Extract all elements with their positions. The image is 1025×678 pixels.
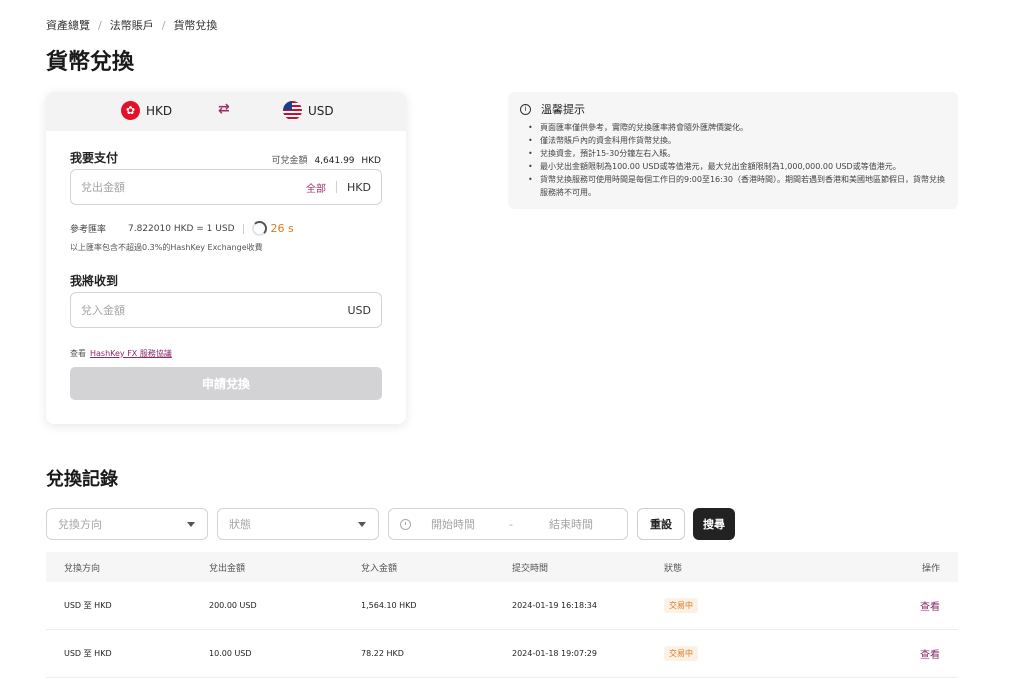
search-button[interactable]: 搜尋 [693, 508, 735, 540]
start-time-input[interactable]: 開始時間 [431, 516, 475, 532]
caret-down-icon [187, 522, 195, 527]
available-amount: 4,641.99 [314, 156, 355, 166]
tip-item: 僅法幣賬戶內的資金科用作貨幣兌換。 [528, 134, 946, 147]
reset-button[interactable]: 重設 [637, 508, 685, 540]
info-icon: i [520, 103, 531, 115]
submit-exchange-button[interactable]: 申請兌換 [70, 367, 382, 400]
available-label: 可兌金額 [271, 156, 308, 166]
breadcrumb: 資產總覽 / 法幣賬戶 / 貨幣兌換 [46, 17, 217, 33]
exchange-card: ✿ HKD ⇄ USD 我要支付 可兌金額 4,641.99 HKD 全部 HK… [46, 92, 406, 424]
cell-out-amount: 200.00 USD [209, 601, 257, 610]
all-amount-button[interactable]: 全部 [306, 180, 326, 195]
cell-out-amount: 10.00 USD [209, 649, 252, 658]
receive-amount-input[interactable] [81, 303, 348, 317]
breadcrumb-separator: / [98, 18, 102, 32]
receive-unit: USD [347, 303, 371, 317]
records-title: 兌換記錄 [46, 469, 118, 490]
tip-item: 最小兌出金額限制為100.00 USD或等值港元，最大兌出金額限制為1,000,… [528, 160, 946, 173]
divider [336, 181, 338, 193]
cell-direction: USD 至 HKD [64, 601, 112, 610]
swap-arrows-icon[interactable]: ⇄ [218, 101, 230, 117]
tip-item: 貨幣兌換服務可使用時間是每個工作日的9:00至16:30（香港時間）。期間若遇到… [528, 173, 946, 199]
tip-item: 頁面匯率僅供參考，實際的兌換匯率將會隨外匯牌價變化。 [528, 121, 946, 134]
column-header: 操作 [921, 563, 940, 574]
terms-link[interactable]: HashKey FX 服務協議 [90, 349, 172, 358]
cell-in-amount: 78.22 HKD [361, 649, 404, 658]
cell-direction: USD 至 HKD [64, 649, 112, 658]
terms-row: 查看 HashKey FX 服務協議 [70, 348, 172, 359]
to-currency-label: USD [308, 103, 334, 118]
cell-submit-time: 2024-01-18 19:07:29 [512, 649, 597, 658]
column-header: 兌換方向 [64, 563, 101, 574]
pay-amount-input[interactable] [81, 180, 307, 194]
table-row: USD 至 HKD 200.00 USD 1,564.10 HKD 2024-0… [46, 582, 958, 630]
from-currency-label: HKD [146, 103, 173, 118]
breadcrumb-item-fiat-account[interactable]: 法幣賬戶 [110, 17, 154, 33]
tips-panel: i 溫馨提示 頁面匯率僅供參考，實際的兌換匯率將會隨外匯牌價變化。 僅法幣賬戶內… [508, 92, 958, 209]
hk-flag-icon: ✿ [121, 101, 140, 120]
column-header: 狀態 [664, 563, 683, 574]
receive-amount-field: USD [70, 292, 382, 328]
breadcrumb-item-assets[interactable]: 資產總覽 [46, 17, 90, 33]
available-balance: 可兌金額 4,641.99 HKD [272, 153, 381, 166]
status-filter-placeholder: 狀態 [229, 518, 251, 531]
rate-countdown: 26 s [270, 222, 294, 235]
rate-label: 參考匯率 [70, 225, 107, 235]
rate-value: 7.822010 HKD = 1 USD [128, 223, 235, 234]
receive-label: 我將收到 [70, 274, 119, 288]
from-currency-selector[interactable]: ✿ HKD [121, 101, 172, 120]
status-badge: 交易中 [664, 646, 698, 661]
end-time-input[interactable]: 結束時間 [549, 516, 593, 532]
direction-filter-select[interactable]: 兌換方向 [46, 508, 208, 540]
fee-note: 以上匯率包含不超過0.3%的HashKey Exchange收費 [70, 243, 263, 252]
pay-amount-field: 全部 HKD [70, 169, 382, 205]
column-header: 兌出金額 [209, 563, 246, 574]
date-range-picker[interactable]: 開始時間 - 結束時間 [388, 508, 628, 540]
breadcrumb-item-current: 貨幣兌換 [173, 19, 218, 32]
table-header: 兌換方向 兌出金額 兌入金額 提交時間 狀態 操作 [46, 552, 958, 582]
pay-unit: HKD [347, 180, 371, 194]
to-currency-selector[interactable]: USD [283, 101, 334, 120]
tips-title: 溫馨提示 [541, 103, 585, 116]
terms-prefix: 查看 [70, 349, 86, 358]
caret-down-icon [358, 522, 366, 527]
records-table: 兌換方向 兌出金額 兌入金額 提交時間 狀態 操作 USD 至 HKD 200.… [46, 552, 958, 678]
cell-in-amount: 1,564.10 HKD [361, 601, 417, 610]
page-title: 貨幣兌換 [46, 50, 135, 75]
date-separator: - [509, 517, 513, 531]
column-header: 提交時間 [512, 563, 549, 574]
view-link[interactable]: 查看 [920, 646, 940, 661]
divider [242, 223, 244, 234]
column-header: 兌入金額 [361, 563, 398, 574]
cell-submit-time: 2024-01-19 16:18:34 [512, 601, 597, 610]
refresh-spinner-icon [251, 221, 267, 236]
tips-list: 頁面匯率僅供參考，實際的兌換匯率將會隨外匯牌價變化。 僅法幣賬戶內的資金科用作貨… [520, 121, 946, 199]
table-row: USD 至 HKD 10.00 USD 78.22 HKD 2024-01-18… [46, 630, 958, 678]
clock-icon [400, 518, 411, 530]
pay-label: 我要支付 [70, 151, 119, 165]
available-unit: HKD [361, 156, 381, 166]
tips-header: i 溫馨提示 [520, 101, 946, 117]
direction-filter-placeholder: 兌換方向 [58, 518, 102, 531]
view-link[interactable]: 查看 [920, 598, 940, 613]
us-flag-icon [283, 101, 302, 120]
breadcrumb-separator: / [161, 18, 166, 32]
reference-rate-row: 參考匯率 7.822010 HKD = 1 USD 26 s [70, 221, 294, 236]
status-filter-select[interactable]: 狀態 [217, 508, 379, 540]
currency-pair-header: ✿ HKD ⇄ USD [46, 92, 406, 131]
status-badge: 交易中 [664, 598, 698, 613]
tip-item: 兌換資金，預計15-30分鐘左右入賬。 [528, 147, 946, 160]
